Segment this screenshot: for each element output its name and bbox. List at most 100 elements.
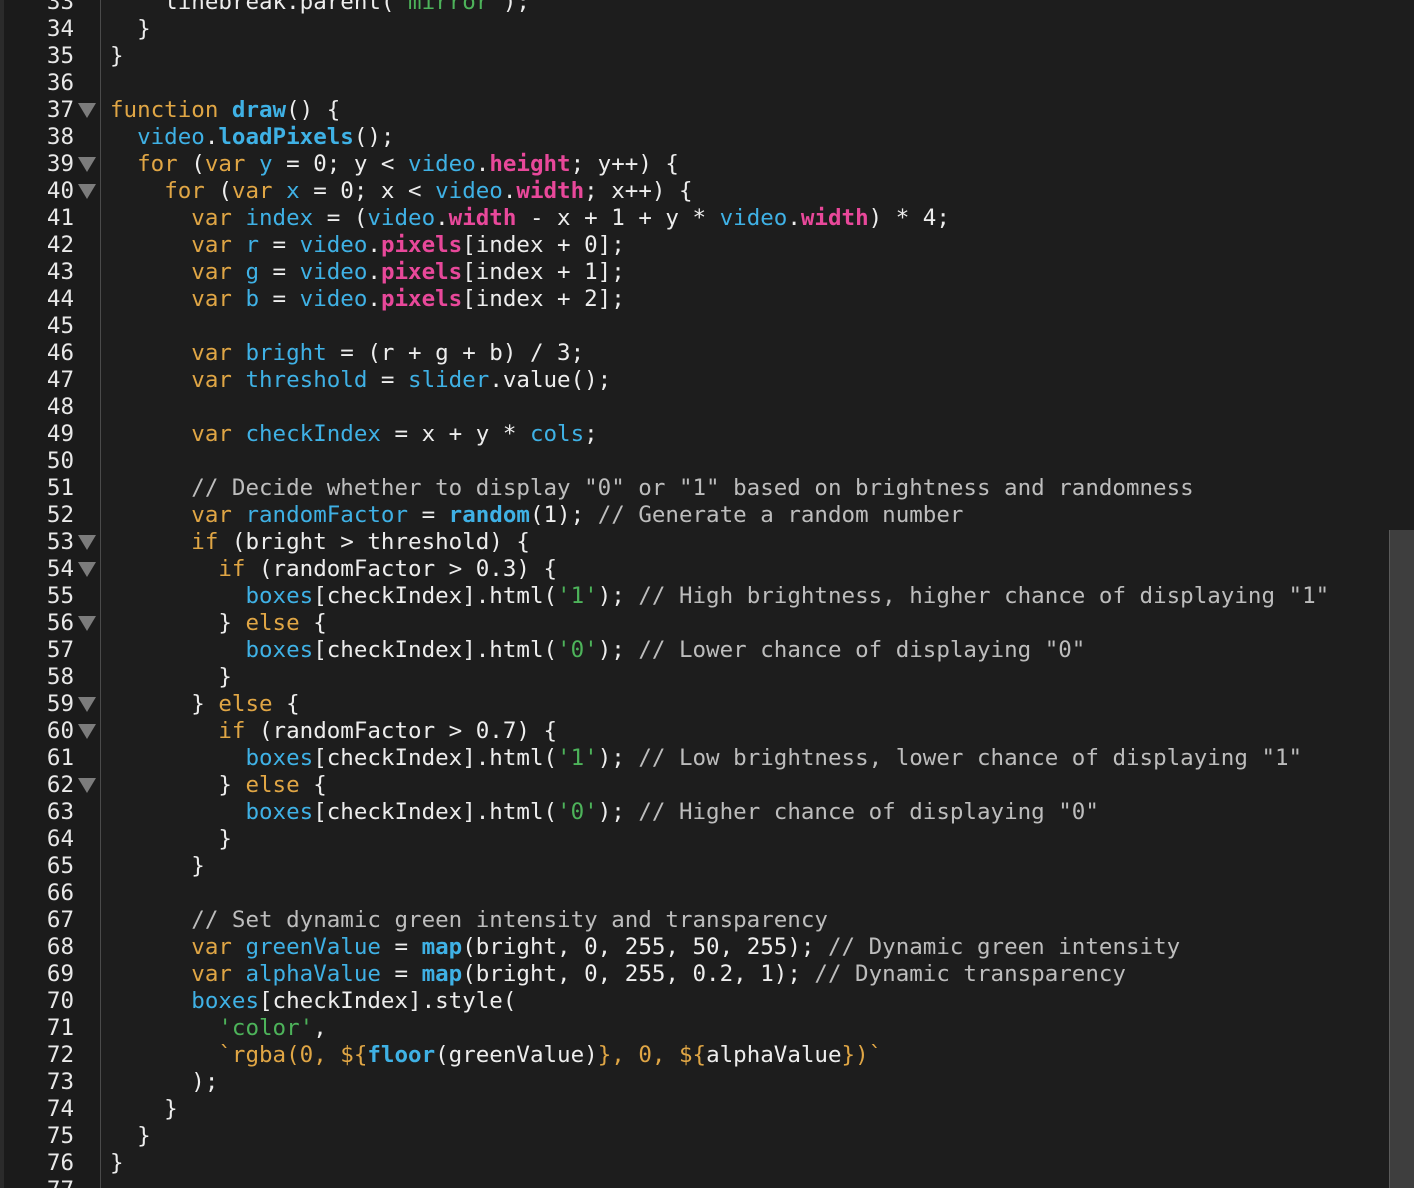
code-token: boxes bbox=[245, 637, 314, 663]
code-token: width bbox=[448, 205, 517, 231]
code-editor[interactable]: 33 linebreak.parent('mirror'); 34 } 35} 36 3… bbox=[0, 0, 1414, 1188]
fold-arrow-icon[interactable] bbox=[78, 724, 96, 739]
code-token: video bbox=[435, 178, 503, 204]
fold-arrow-icon[interactable] bbox=[78, 103, 96, 118]
code-token: ); bbox=[597, 799, 639, 825]
code-line[interactable]: 73 ); bbox=[0, 1069, 1390, 1096]
code-line[interactable]: 50 bbox=[0, 448, 1390, 475]
code-line[interactable]: 52 var randomFactor = random(1); // Gene… bbox=[0, 502, 1390, 529]
code-line[interactable]: 53 if (bright > threshold) { bbox=[0, 529, 1390, 556]
code-token: linebreak.parent( bbox=[110, 0, 395, 15]
line-number: 61 bbox=[46, 745, 74, 771]
code-line[interactable]: 64 } bbox=[0, 826, 1390, 853]
code-line[interactable]: 34 } bbox=[0, 16, 1390, 43]
code-line[interactable]: 48 bbox=[0, 394, 1390, 421]
code-line[interactable]: 65 } bbox=[0, 853, 1390, 880]
code-line[interactable]: 56 } else { bbox=[0, 610, 1390, 637]
fold-arrow-icon[interactable] bbox=[78, 697, 96, 712]
fold-arrow-icon[interactable] bbox=[78, 778, 96, 793]
code-line[interactable]: 55 boxes[checkIndex].html('1'); // High … bbox=[0, 583, 1390, 610]
code-line[interactable]: 38 video.loadPixels(); bbox=[0, 124, 1390, 151]
code-text: // Set dynamic green intensity and trans… bbox=[110, 907, 828, 934]
fold-arrow-icon[interactable] bbox=[78, 535, 96, 550]
code-token: index bbox=[245, 205, 314, 231]
code-text: } bbox=[110, 826, 232, 853]
code-lines[interactable]: 33 linebreak.parent('mirror'); 34 } 35} 36 3… bbox=[0, 0, 1390, 1188]
code-token: () { bbox=[286, 97, 341, 123]
code-line[interactable]: 58 } bbox=[0, 664, 1390, 691]
fold-arrow-icon[interactable] bbox=[78, 616, 96, 631]
code-token: randomFactor bbox=[245, 502, 409, 528]
code-token: [index + 1]; bbox=[462, 259, 625, 285]
fold-arrow-icon[interactable] bbox=[78, 157, 96, 172]
code-token: = bbox=[380, 961, 422, 987]
code-line[interactable]: 62 } else { bbox=[0, 772, 1390, 799]
code-line[interactable]: 36 bbox=[0, 70, 1390, 97]
code-line[interactable]: 57 boxes[checkIndex].html('0'); // Lower… bbox=[0, 637, 1390, 664]
line-number: 38 bbox=[46, 124, 74, 150]
code-line[interactable]: 66 bbox=[0, 880, 1390, 907]
line-number: 40 bbox=[46, 178, 74, 204]
code-token: ( bbox=[204, 178, 232, 204]
code-line[interactable]: 45 bbox=[0, 313, 1390, 340]
code-line[interactable]: 42 var r = video.pixels[index + 0]; bbox=[0, 232, 1390, 259]
code-line[interactable]: 76} bbox=[0, 1150, 1390, 1177]
code-line[interactable]: 41 var index = (video.width - x + 1 + y … bbox=[0, 205, 1390, 232]
code-line[interactable]: 54 if (randomFactor > 0.3) { bbox=[0, 556, 1390, 583]
code-line[interactable]: 44 var b = video.pixels[index + 2]; bbox=[0, 286, 1390, 313]
code-token: . bbox=[367, 286, 381, 312]
code-token: ) * 4; bbox=[868, 205, 950, 231]
code-line[interactable]: 61 boxes[checkIndex].html('1'); // Low b… bbox=[0, 745, 1390, 772]
code-line[interactable]: 47 var threshold = slider.value(); bbox=[0, 367, 1390, 394]
code-line[interactable]: 59 } else { bbox=[0, 691, 1390, 718]
code-token: = bbox=[259, 259, 300, 285]
code-text: var b = video.pixels[index + 2]; bbox=[110, 286, 625, 313]
code-token: . bbox=[435, 205, 449, 231]
code-token: } bbox=[110, 853, 205, 879]
code-token: = bbox=[380, 934, 422, 960]
fold-arrow-icon[interactable] bbox=[78, 184, 96, 199]
code-line[interactable]: 70 boxes[checkIndex].style( bbox=[0, 988, 1390, 1015]
code-token: threshold bbox=[245, 367, 368, 393]
code-line[interactable]: 77 bbox=[0, 1177, 1390, 1188]
code-line[interactable]: 51 // Decide whether to display "0" or "… bbox=[0, 475, 1390, 502]
code-line[interactable]: 49 var checkIndex = x + y * cols; bbox=[0, 421, 1390, 448]
code-line[interactable]: 63 boxes[checkIndex].html('0'); // Highe… bbox=[0, 799, 1390, 826]
line-number: 71 bbox=[46, 1015, 74, 1041]
code-line[interactable]: 67 // Set dynamic green intensity and tr… bbox=[0, 907, 1390, 934]
code-line[interactable]: 74 } bbox=[0, 1096, 1390, 1123]
code-line[interactable]: 71 'color', bbox=[0, 1015, 1390, 1042]
code-token: '1' bbox=[557, 583, 598, 609]
code-line[interactable]: 68 var greenValue = map(bright, 0, 255, … bbox=[0, 934, 1390, 961]
line-number: 48 bbox=[46, 394, 74, 420]
code-token: map bbox=[421, 934, 463, 960]
code-token: } bbox=[110, 1150, 124, 1176]
code-line[interactable]: 37 function draw() { bbox=[0, 97, 1390, 124]
code-token: = 0; y < bbox=[272, 151, 409, 177]
code-token: [index + 2]; bbox=[462, 286, 625, 312]
code-line[interactable]: 35} bbox=[0, 43, 1390, 70]
code-token: . bbox=[204, 124, 219, 150]
code-token: random bbox=[448, 502, 530, 528]
code-token: = bbox=[367, 367, 409, 393]
fold-arrow-icon[interactable] bbox=[78, 562, 96, 577]
line-number: 46 bbox=[46, 340, 74, 366]
code-line[interactable]: 39 for (var y = 0; y < video.height; y++… bbox=[0, 151, 1390, 178]
code-line[interactable]: 40 for (var x = 0; x < video.width; x++)… bbox=[0, 178, 1390, 205]
code-line[interactable]: 60 if (randomFactor > 0.7) { bbox=[0, 718, 1390, 745]
code-token: [checkIndex].html( bbox=[313, 799, 558, 825]
vertical-scrollbar-thumb[interactable] bbox=[1389, 530, 1414, 1188]
code-line[interactable]: 33 linebreak.parent('mirror'); bbox=[0, 0, 1390, 16]
code-line[interactable]: 69 var alphaValue = map(bright, 0, 255, … bbox=[0, 961, 1390, 988]
code-token: }, 0, ${ bbox=[597, 1042, 707, 1068]
code-line[interactable]: 43 var g = video.pixels[index + 1]; bbox=[0, 259, 1390, 286]
code-line[interactable]: 72 `rgba(0, ${floor(greenValue)}, 0, ${a… bbox=[0, 1042, 1390, 1069]
code-token: [checkIndex].html( bbox=[313, 745, 558, 771]
code-line[interactable]: 75 } bbox=[0, 1123, 1390, 1150]
code-line[interactable]: 46 var bright = (r + g + b) / 3; bbox=[0, 340, 1390, 367]
